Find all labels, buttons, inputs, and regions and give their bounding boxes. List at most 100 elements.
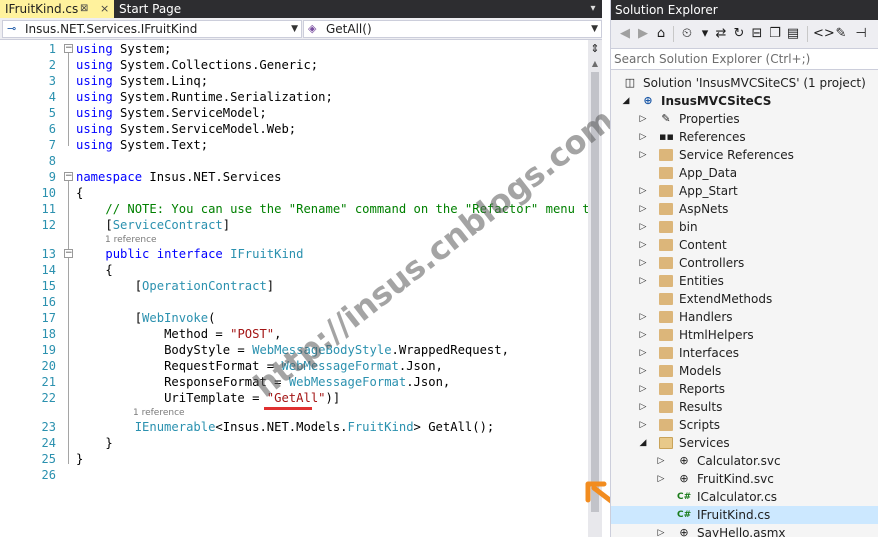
tab-ifruitkind-cs[interactable]: IFruitKind.cs ⊠ × (0, 0, 114, 18)
code-text-area[interactable]: 1 − using System; 2 using System.Collect… (0, 40, 588, 537)
tree-node-file[interactable]: C# ICalculator.cs (611, 488, 878, 506)
collapsed-arrow-icon[interactable]: ▷ (656, 524, 666, 537)
tree-node-folder-services[interactable]: ◢ Services (611, 434, 878, 452)
solution-search-input[interactable]: Search Solution Explorer (Ctrl+;) (611, 48, 878, 70)
collapsed-arrow-icon[interactable]: ▷ (656, 452, 666, 470)
tree-node-folder[interactable]: ▷ Handlers (611, 308, 878, 326)
tree-node-folder[interactable]: ▷ Controllers (611, 254, 878, 272)
collapsed-arrow-icon[interactable]: ▷ (638, 398, 648, 416)
tree-node-file[interactable]: ▷ ⊕ Calculator.svc (611, 452, 878, 470)
tree-node-folder[interactable]: ▷ App_Start (611, 182, 878, 200)
expanded-arrow-icon[interactable]: ◢ (621, 92, 631, 110)
collapsed-arrow-icon[interactable]: ▷ (656, 470, 666, 488)
tree-node-folder[interactable]: ▷ Scripts (611, 416, 878, 434)
tree-node-folder[interactable]: ▷ Results (611, 398, 878, 416)
wrench-icon[interactable]: ✎ (833, 26, 849, 42)
line-number: 7 (48, 138, 56, 152)
tree-node-folder[interactable]: ▷ Entities (611, 272, 878, 290)
tree-node-folder[interactable]: ▷ Reports (611, 380, 878, 398)
chevron-down-icon[interactable]: ▼ (291, 21, 298, 37)
collapsed-arrow-icon[interactable]: ▷ (638, 362, 648, 380)
collapse-toggle-icon[interactable]: − (64, 172, 73, 181)
tree-node-properties[interactable]: ▷ ✎ Properties (611, 110, 878, 128)
code-text: using System.ServiceModel; (76, 106, 267, 120)
open-folder-icon (659, 437, 673, 449)
tree-node-folder[interactable]: ExtendMethods (611, 290, 878, 308)
back-icon[interactable]: ◀ (617, 26, 633, 42)
code-text: } (105, 436, 113, 450)
home-icon[interactable]: ⌂ (653, 26, 669, 42)
tree-node-label: InsusMVCSiteCS (661, 94, 772, 108)
tree-node-references[interactable]: ▷ ▪▪ References (611, 128, 878, 146)
collapsed-arrow-icon[interactable]: ▷ (638, 380, 648, 398)
member-combo[interactable]: ◈ GetAll() ▼ (303, 20, 602, 38)
tree-node-label: ExtendMethods (679, 292, 773, 306)
tree-node-folder[interactable]: App_Data (611, 164, 878, 182)
tree-node-folder[interactable]: ▷ Service References (611, 146, 878, 164)
tree-node-file[interactable]: ▷ ⊕ FruitKind.svc (611, 470, 878, 488)
line-number: 4 (48, 90, 56, 104)
scroll-up-icon[interactable]: ▲ (589, 58, 601, 70)
refresh-icon[interactable]: ↻ (731, 26, 747, 42)
tree-node-folder[interactable]: ▷ Content (611, 236, 878, 254)
folder-icon (659, 257, 673, 269)
collapsed-arrow-icon[interactable]: ▷ (638, 110, 648, 128)
collapsed-arrow-icon[interactable]: ▷ (638, 254, 648, 272)
collapsed-arrow-icon[interactable]: ▷ (638, 146, 648, 164)
solution-explorer-toolbar: ◀ ▶ ⌂ ⏲ ▾ ⇄ ↻ ⊟ ❐ ▤ <> ✎ ⊣ (611, 20, 878, 48)
show-all-files-icon[interactable]: ❐ (767, 26, 783, 42)
collapsed-arrow-icon[interactable]: ▷ (638, 128, 648, 146)
tree-node-file[interactable]: ▷ ⊕ SayHello.asmx (611, 524, 878, 537)
collapse-toggle-icon[interactable]: − (64, 249, 73, 258)
split-editor-icon[interactable]: ⇕ (589, 42, 601, 56)
tree-node-label: Service References (679, 148, 794, 162)
pin-icon[interactable]: ⊣ (853, 26, 869, 42)
pin-tab-icon[interactable]: ⊠ (80, 0, 88, 18)
line-number: 26 (41, 468, 56, 482)
collapsed-arrow-icon[interactable]: ▷ (638, 344, 648, 362)
chevron-down-icon[interactable]: ▼ (591, 21, 598, 37)
line-number: 19 (41, 343, 56, 357)
sync-icon[interactable]: ⇄ (713, 26, 729, 42)
collapsed-arrow-icon[interactable]: ▷ (638, 182, 648, 200)
tree-node-folder[interactable]: ▷ Models (611, 362, 878, 380)
code-line: 8 (0, 153, 588, 169)
type-combo[interactable]: ⊸ Insus.NET.Services.IFruitKind ▼ (2, 20, 302, 38)
properties-icon[interactable]: ▤ (785, 26, 801, 42)
tree-node-project[interactable]: ◢ ⊕ InsusMVCSiteCS (611, 92, 878, 110)
tab-start-page[interactable]: Start Page (114, 0, 204, 18)
code-line: 25 } (0, 451, 588, 467)
collapsed-arrow-icon[interactable]: ▷ (638, 218, 648, 236)
collapsed-arrow-icon[interactable]: ▷ (638, 236, 648, 254)
tree-node-folder[interactable]: ▷ bin (611, 218, 878, 236)
dropdown-icon[interactable]: ▾ (697, 26, 713, 42)
line-number: 18 (41, 327, 56, 341)
tree-node-label: Entities (679, 274, 724, 288)
code-text: } (76, 452, 84, 466)
close-tab-icon[interactable]: × (100, 0, 109, 18)
collapsed-arrow-icon[interactable]: ▷ (638, 326, 648, 344)
code-text: IEnumerable<Insus.NET.Models.FruitKind> … (134, 420, 495, 434)
collapse-toggle-icon[interactable]: − (64, 44, 73, 53)
collapsed-arrow-icon[interactable]: ▷ (638, 308, 648, 326)
code-view-icon[interactable]: <> (813, 26, 835, 42)
collapsed-arrow-icon[interactable]: ▷ (638, 416, 648, 434)
folder-icon (659, 419, 673, 431)
tree-node-folder[interactable]: ▷ Interfaces (611, 344, 878, 362)
tab-overflow-dropdown-icon[interactable]: ▾ (586, 2, 600, 16)
collapsed-arrow-icon[interactable]: ▷ (638, 200, 648, 218)
line-number: 8 (48, 154, 56, 168)
tree-node-label: Results (679, 400, 723, 414)
history-icon[interactable]: ⏲ (679, 26, 695, 42)
tree-node-folder[interactable]: ▷ HtmlHelpers (611, 326, 878, 344)
forward-icon[interactable]: ▶ (635, 26, 651, 42)
code-line: 13 − public interface IFruitKind (0, 246, 588, 262)
folder-icon (659, 149, 673, 161)
collapse-all-icon[interactable]: ⊟ (749, 26, 765, 42)
tree-node-file-selected[interactable]: C# IFruitKind.cs (611, 506, 878, 524)
tree-node-solution[interactable]: ◫ Solution 'InsusMVCSiteCS' (1 project) (611, 74, 878, 92)
folder-icon (659, 275, 673, 287)
collapsed-arrow-icon[interactable]: ▷ (638, 272, 648, 290)
expanded-arrow-icon[interactable]: ◢ (638, 434, 648, 452)
tree-node-folder[interactable]: ▷ AspNets (611, 200, 878, 218)
